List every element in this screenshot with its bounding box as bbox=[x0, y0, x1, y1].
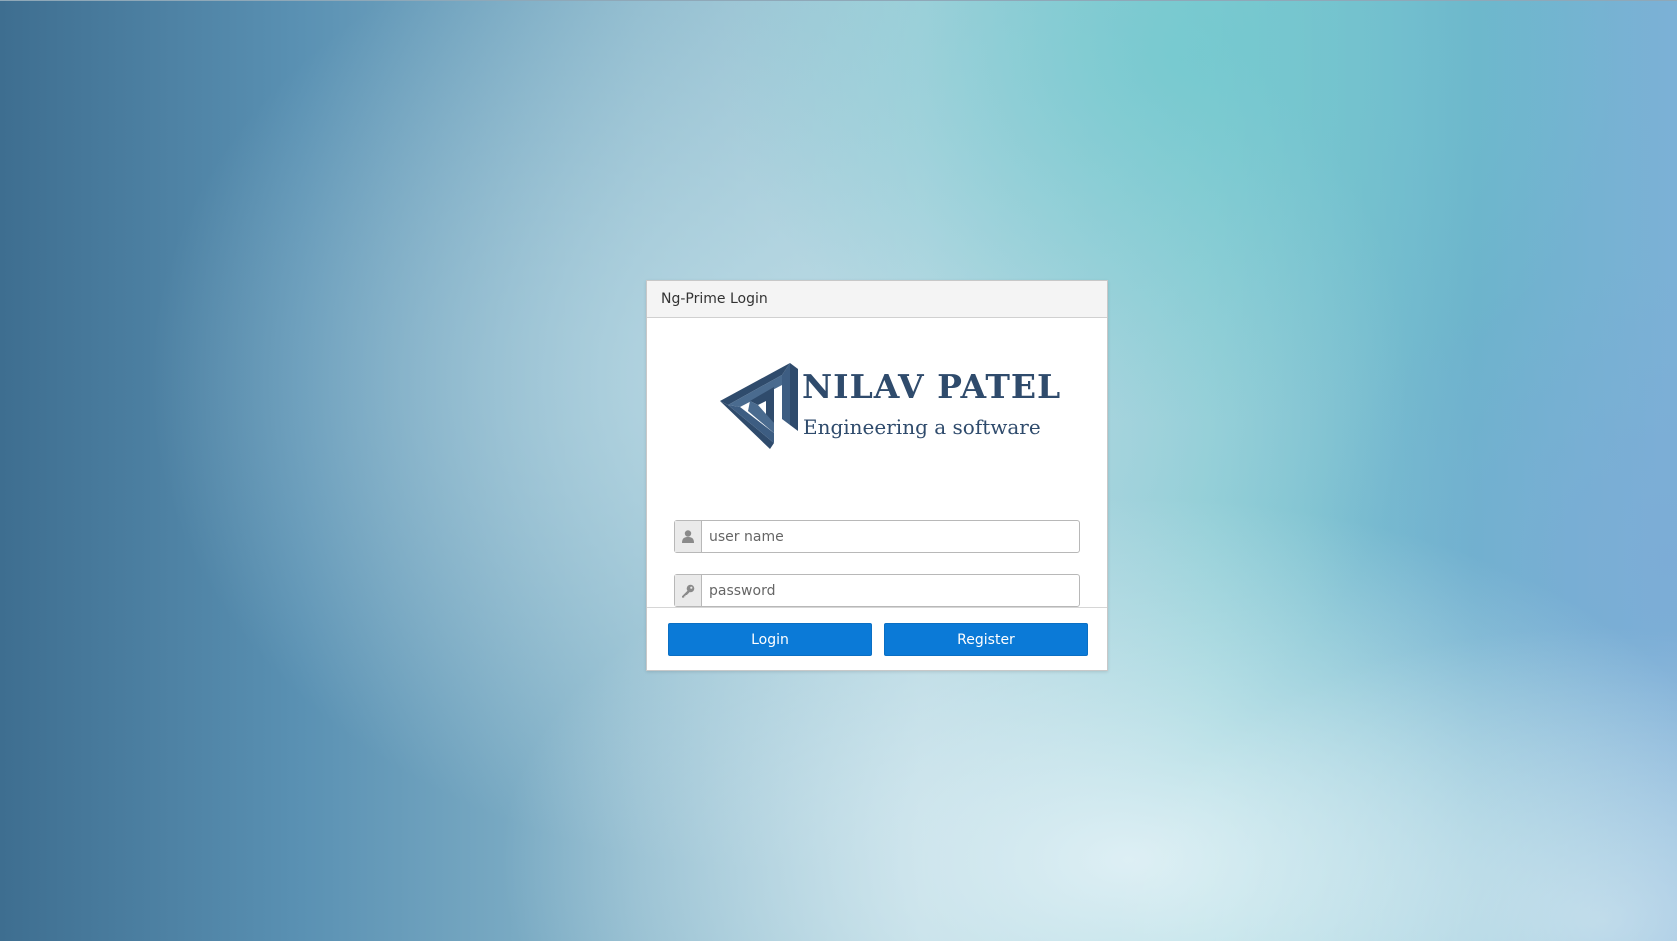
password-field-group bbox=[674, 574, 1080, 607]
dialog-footer: Login Register bbox=[647, 608, 1107, 670]
login-dialog: Ng-Prime Login NILAV PATEL Engineering a… bbox=[646, 280, 1108, 671]
dialog-content: NILAV PATEL Engineering a software bbox=[647, 318, 1107, 608]
username-field-group bbox=[674, 520, 1080, 553]
register-button[interactable]: Register bbox=[884, 623, 1088, 656]
dialog-header: Ng-Prime Login bbox=[647, 281, 1107, 318]
user-icon bbox=[675, 521, 702, 552]
logo-triangle-icon bbox=[720, 363, 798, 449]
username-input[interactable] bbox=[702, 521, 1079, 552]
logo-title: NILAV PATEL bbox=[802, 367, 1062, 406]
dialog-title: Ng-Prime Login bbox=[661, 291, 768, 307]
top-border bbox=[0, 0, 1677, 1]
logo-subtitle: Engineering a software bbox=[803, 415, 1041, 439]
brand-logo: NILAV PATEL Engineering a software bbox=[720, 361, 1060, 453]
login-button[interactable]: Login bbox=[668, 623, 872, 656]
key-icon bbox=[675, 575, 702, 606]
password-input[interactable] bbox=[702, 575, 1079, 606]
